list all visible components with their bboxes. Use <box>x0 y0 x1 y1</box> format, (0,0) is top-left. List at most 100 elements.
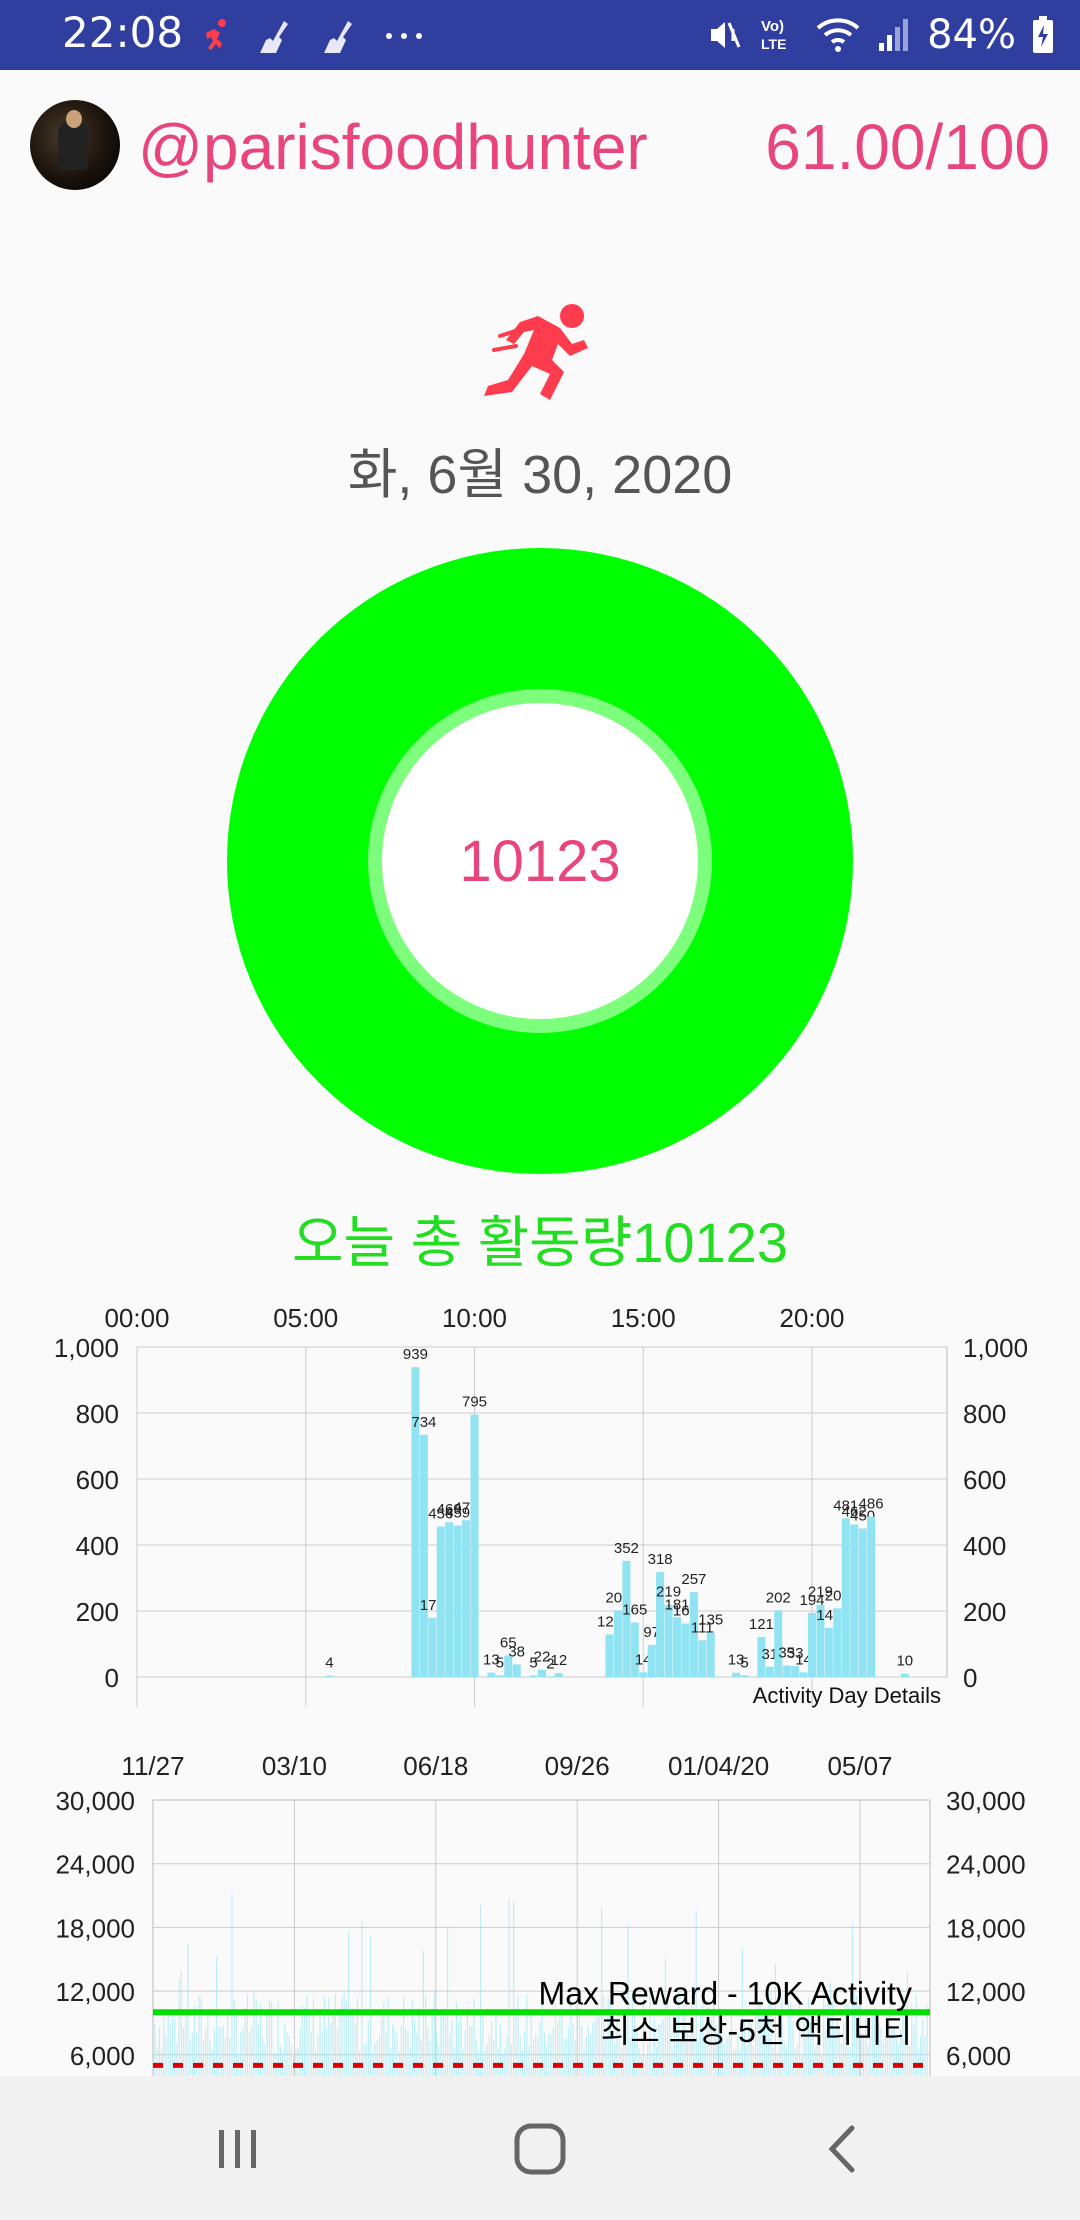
battery-percent: 84% <box>927 12 1016 58</box>
battery-charging-icon <box>1032 16 1054 54</box>
day-chart-bar <box>436 1526 445 1677</box>
day-chart-bar <box>740 1675 749 1677</box>
day-chart-x-tick: 10:00 <box>442 1303 507 1333</box>
day-chart-bar-label: 318 <box>648 1551 673 1568</box>
day-chart-bar <box>622 1560 631 1677</box>
day-chart-bar <box>630 1622 639 1677</box>
day-chart-bar <box>782 1665 791 1677</box>
day-chart-y-tick-left: 600 <box>76 1465 119 1495</box>
notification-icons <box>198 14 424 58</box>
recent-apps-button[interactable] <box>198 2114 278 2184</box>
day-chart-bar-label: 795 <box>462 1394 487 1411</box>
mute-icon <box>707 17 743 53</box>
day-chart-y-tick-right: 600 <box>963 1465 1006 1495</box>
day-chart-bar <box>732 1672 741 1677</box>
recent-apps-icon <box>219 2130 256 2168</box>
history-chart-y-tick-left: 12,000 <box>55 1977 135 2007</box>
today-total-activity: 오늘 총 활동량10123 <box>292 1211 788 1274</box>
history-chart-x-tick: 11/27 <box>121 1751 184 1781</box>
day-chart-bar-label: 10 <box>896 1653 913 1670</box>
home-button[interactable] <box>500 2114 580 2184</box>
broom-icon <box>320 19 360 53</box>
day-chart-bar-label: 121 <box>749 1616 774 1633</box>
system-icons: Vo) LTE 84% <box>707 10 1054 60</box>
day-chart-bar <box>867 1516 876 1677</box>
day-chart-bar <box>512 1664 521 1677</box>
day-chart-bar <box>664 1604 673 1677</box>
day-chart-x-tick: 20:00 <box>779 1303 844 1333</box>
day-chart-bar <box>900 1673 909 1677</box>
day-chart-bar-label: 5 <box>496 1654 504 1671</box>
signal-icon <box>877 17 911 53</box>
day-chart-bar <box>613 1610 622 1677</box>
day-chart-y-tick-left: 200 <box>76 1597 119 1627</box>
day-chart-bar-label: 4 <box>325 1655 333 1672</box>
back-button[interactable] <box>802 2114 882 2184</box>
username[interactable]: @parisfoodhunter <box>138 110 648 184</box>
day-chart-bar-label: 12 <box>551 1652 568 1669</box>
day-activity-chart: 0 0200 200400 400600 600800 8001,000 1,00000:0… <box>54 1303 1028 1708</box>
day-chart-bar <box>681 1623 690 1677</box>
history-chart-y-tick-right: 12,000 <box>946 1977 1026 2007</box>
day-chart-bar-label: 5 <box>740 1654 748 1671</box>
svg-text:LTE: LTE <box>761 36 786 52</box>
day-chart-y-tick-right: 0 <box>963 1663 977 1693</box>
day-chart-bar <box>470 1414 479 1677</box>
day-chart-bar <box>808 1612 816 1677</box>
day-chart-bar <box>833 1608 842 1677</box>
day-chart-bar <box>605 1634 614 1677</box>
day-chart-bar <box>765 1666 774 1677</box>
day-chart-y-tick-left: 0 <box>105 1663 119 1693</box>
day-chart-bar <box>858 1528 867 1677</box>
day-chart-bar <box>850 1524 859 1677</box>
broom-icon <box>256 19 296 53</box>
day-chart-x-tick: 05:00 <box>273 1303 338 1333</box>
day-chart-bar <box>487 1672 496 1677</box>
avatar[interactable] <box>30 100 120 190</box>
day-chart-bar <box>799 1672 808 1677</box>
history-chart-y-tick-right: 6,000 <box>946 2041 1011 2071</box>
day-chart-bar <box>554 1673 563 1677</box>
day-chart-bar <box>325 1675 334 1677</box>
day-chart-bar <box>445 1522 454 1677</box>
activity-date: 화, 6월 30, 2020 <box>347 445 733 505</box>
day-chart-bar-label: 352 <box>614 1540 639 1557</box>
ring-value: 10123 <box>459 829 621 894</box>
day-chart-bar <box>529 1675 538 1677</box>
day-chart-y-tick-left: 800 <box>76 1399 119 1429</box>
day-chart-bar <box>538 1669 546 1677</box>
home-icon <box>514 2123 566 2175</box>
history-chart-y-tick-left: 6,000 <box>70 2041 135 2071</box>
history-chart-y-tick-left: 30,000 <box>55 1786 135 1816</box>
day-chart-x-tick: 00:00 <box>104 1303 169 1333</box>
avatar-head <box>66 110 82 128</box>
status-bar: 22:08 Vo) LTE 84% <box>0 0 1080 70</box>
day-chart-bar <box>647 1644 656 1677</box>
day-chart-bar <box>706 1632 715 1677</box>
navigation-bar <box>0 2076 1080 2220</box>
day-chart-x-tick: 15:00 <box>611 1303 676 1333</box>
history-chart-y-tick-right: 18,000 <box>946 1913 1026 1943</box>
day-chart-bar-label: 38 <box>508 1643 525 1660</box>
day-chart-bar <box>824 1627 833 1677</box>
history-chart-y-tick-left: 18,000 <box>55 1913 135 1943</box>
history-chart-y-tick-right: 30,000 <box>946 1786 1026 1816</box>
day-chart-bar <box>453 1525 462 1677</box>
day-chart-bar <box>841 1518 850 1677</box>
day-chart-bar <box>428 1617 437 1677</box>
history-chart-x-tick: 09/26 <box>545 1751 610 1781</box>
day-chart-bar-label: 257 <box>681 1571 706 1588</box>
day-chart-y-tick-left: 1,000 <box>54 1333 119 1363</box>
history-chart-y-tick-left: 24,000 <box>55 1850 135 1880</box>
running-icon <box>480 300 600 410</box>
history-chart-x-tick: 06/18 <box>403 1751 468 1781</box>
history-chart-reference-label: 최소 보상-5천 액티비티 <box>601 2013 912 2049</box>
day-chart-bar-label: 202 <box>766 1589 791 1606</box>
day-chart-y-tick-right: 200 <box>963 1597 1006 1627</box>
day-chart-bar <box>419 1434 428 1677</box>
day-chart-bar-label: 734 <box>411 1414 436 1431</box>
history-activity-chart: 6,000 6,000 12,000 12,000 18,000 18,000 24,000… <box>55 1751 1026 2076</box>
day-chart-y-tick-right: 400 <box>963 1531 1006 1561</box>
day-chart-bar <box>673 1617 681 1677</box>
back-icon <box>828 2125 855 2173</box>
